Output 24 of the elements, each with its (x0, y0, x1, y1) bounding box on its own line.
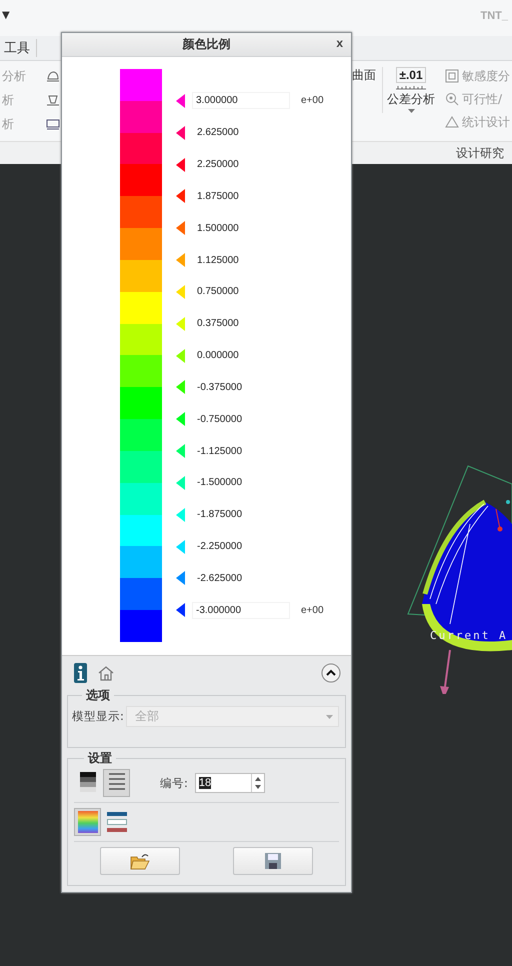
tick-label: 2.250000 (196, 159, 239, 170)
tick-label: -0.375000 (196, 382, 242, 393)
tick-label: -1.875000 (196, 509, 242, 520)
tick-label: 0.750000 (196, 286, 239, 298)
tick-label: -1.125000 (196, 446, 242, 457)
exponent-label: e+00 (301, 604, 324, 616)
tick-label: 2.625000 (196, 127, 239, 138)
group-title: 设置 (86, 750, 113, 767)
group-title: 选项 (85, 687, 111, 704)
tick-label: -1.500000 (196, 477, 242, 488)
tick-label: 1.875000 (196, 190, 239, 202)
tick-label: 1.125000 (196, 254, 239, 266)
tick-label: 0.000000 (196, 350, 239, 362)
tick-label: -0.750000 (196, 414, 242, 425)
group-label: 设计研究 (456, 144, 505, 162)
tick-label: 1.500000 (196, 222, 239, 234)
tick-label: 0.375000 (196, 318, 239, 330)
dialog-title: 颜色比例 (182, 36, 230, 53)
exponent-label: e+00 (301, 95, 324, 106)
field-label: 模型显示: (72, 709, 124, 724)
tick-label: -2.250000 (196, 541, 242, 552)
tick-label: -2.625000 (196, 572, 242, 584)
field-label: 编号: (160, 776, 188, 790)
window-title: TNT_ (480, 10, 508, 22)
